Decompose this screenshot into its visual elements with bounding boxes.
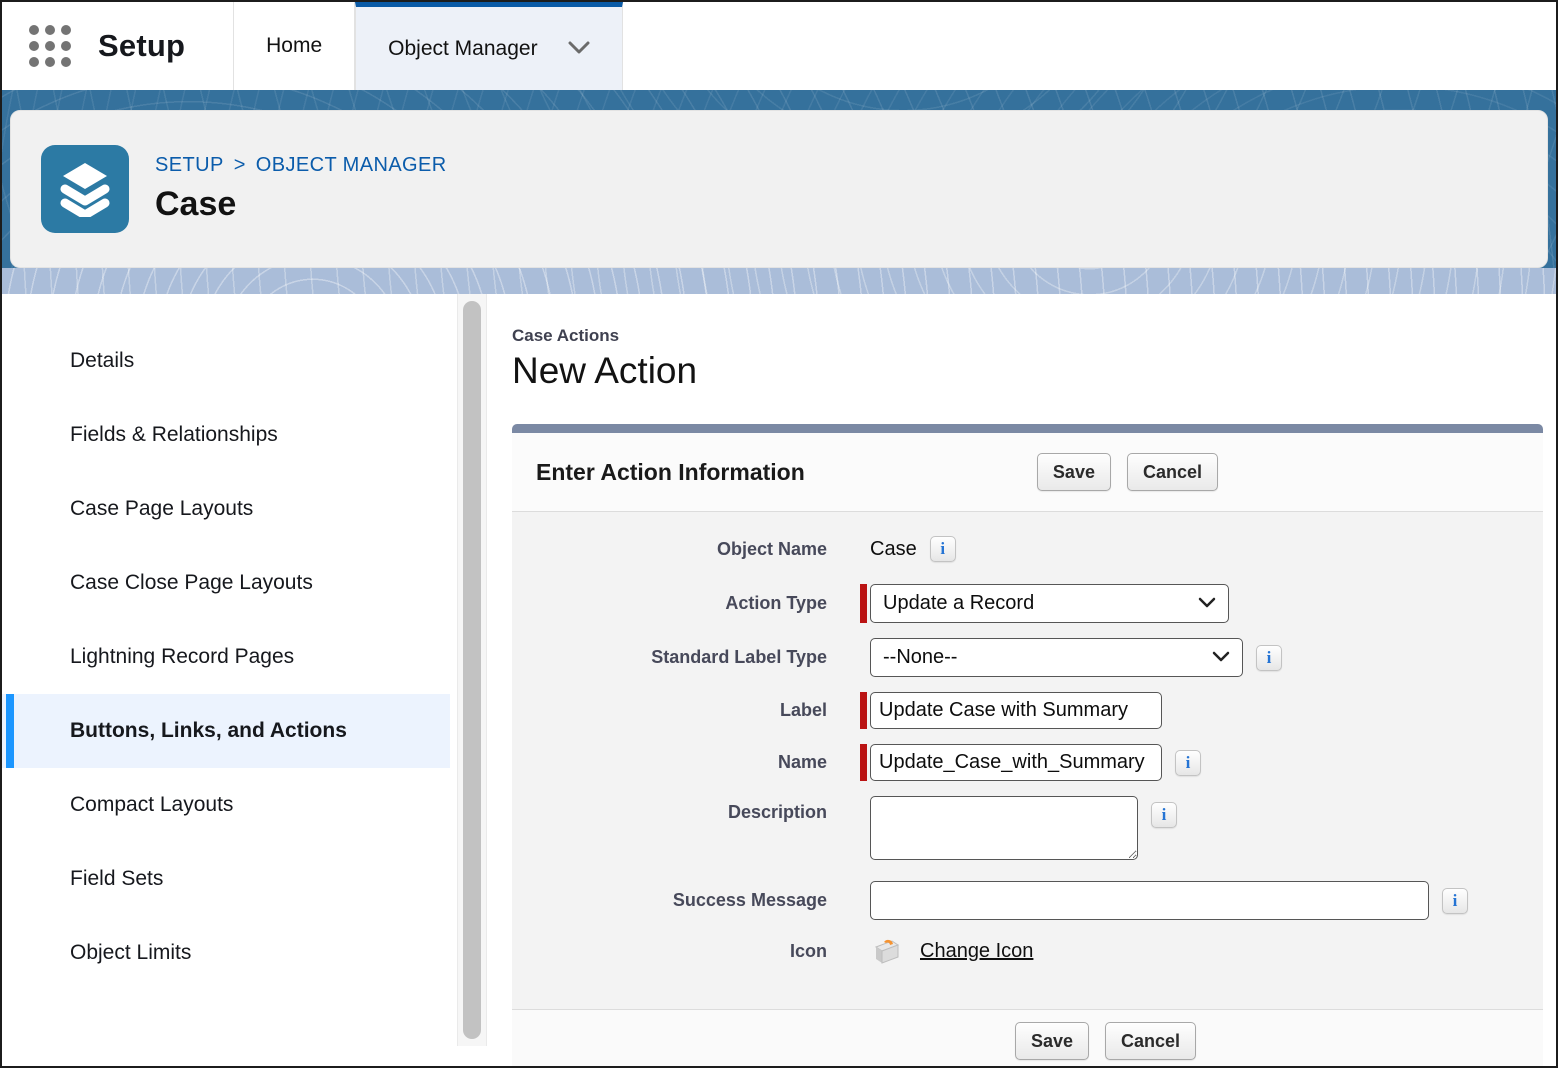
chevron-down-icon <box>568 37 590 61</box>
standard-label-type-info-icon[interactable]: i <box>1256 645 1282 671</box>
standard-label-type-select[interactable]: --None-- <box>870 638 1243 677</box>
object-header-card: SETUP > OBJECT MANAGER Case <box>10 110 1548 268</box>
name-field-label: Name <box>512 752 827 773</box>
global-topbar: Setup Home Object Manager <box>2 2 1556 90</box>
new-action-title: New Action <box>512 350 1543 392</box>
page-title: Case <box>155 185 447 224</box>
description-info-icon[interactable]: i <box>1151 802 1177 828</box>
case-object-icon <box>41 145 129 233</box>
panel-section-title: Enter Action Information <box>536 459 805 486</box>
required-indicator <box>860 744 867 781</box>
app-window: Setup Home Object Manager S <box>0 0 1558 1068</box>
required-indicator <box>860 692 867 729</box>
breadcrumb-object-manager-link[interactable]: OBJECT MANAGER <box>256 154 447 177</box>
label-input[interactable] <box>870 692 1162 729</box>
setup-banner: SETUP > OBJECT MANAGER Case <box>2 90 1556 268</box>
tab-object-manager-label: Object Manager <box>388 37 537 61</box>
icon-field-label: Icon <box>512 941 827 962</box>
tab-home[interactable]: Home <box>233 2 355 90</box>
sidebar-item-case-page-layouts[interactable]: Case Page Layouts <box>2 472 457 546</box>
cancel-button-top[interactable]: Cancel <box>1127 453 1218 491</box>
object-sidebar: Details Fields & Relationships Case Page… <box>2 294 457 1046</box>
required-indicator <box>860 584 867 623</box>
breadcrumb: SETUP > OBJECT MANAGER <box>155 154 447 177</box>
standard-label-type-label: Standard Label Type <box>512 647 827 668</box>
sidebar-item-details[interactable]: Details <box>2 324 457 398</box>
sidebar-item-field-sets[interactable]: Field Sets <box>2 842 457 916</box>
change-icon-link[interactable]: Change Icon <box>920 940 1033 963</box>
panel-accent-bar <box>512 424 1543 433</box>
action-info-panel: Enter Action Information Save Cancel Obj… <box>512 424 1543 1068</box>
description-textarea[interactable] <box>870 796 1138 860</box>
description-label: Description <box>512 796 827 823</box>
nav-tabs: Home Object Manager <box>233 2 622 90</box>
action-type-select[interactable]: Update a Record <box>870 584 1229 623</box>
section-eyebrow: Case Actions <box>512 326 1543 346</box>
action-type-selected-value: Update a Record <box>883 592 1034 615</box>
object-name-info-icon[interactable]: i <box>930 536 956 562</box>
name-info-icon[interactable]: i <box>1175 750 1201 776</box>
tab-object-manager[interactable]: Object Manager <box>355 2 622 90</box>
action-type-label: Action Type <box>512 593 827 614</box>
app-launcher-button[interactable] <box>2 2 98 90</box>
sidebar-item-buttons-links-actions[interactable]: Buttons, Links, and Actions <box>2 694 450 768</box>
standard-label-type-selected-value: --None-- <box>883 646 957 669</box>
sidebar-item-object-limits[interactable]: Object Limits <box>2 916 457 990</box>
object-name-value: Case <box>870 538 917 561</box>
name-input[interactable] <box>870 744 1162 781</box>
success-message-input[interactable] <box>870 881 1429 920</box>
app-title: Setup <box>98 2 233 90</box>
breadcrumb-setup-link[interactable]: SETUP <box>155 154 224 177</box>
sidebar-scrollbar[interactable] <box>457 294 487 1046</box>
action-default-icon <box>870 935 902 967</box>
save-button-top[interactable]: Save <box>1037 453 1111 491</box>
banner-strip <box>2 268 1556 294</box>
waffle-icon <box>29 25 71 67</box>
breadcrumb-separator: > <box>234 154 246 177</box>
success-message-label: Success Message <box>512 890 827 911</box>
success-message-info-icon[interactable]: i <box>1442 888 1468 914</box>
save-button-bottom[interactable]: Save <box>1015 1022 1089 1060</box>
sidebar-item-compact-layouts[interactable]: Compact Layouts <box>2 768 457 842</box>
sidebar-item-lightning-record-pages[interactable]: Lightning Record Pages <box>2 620 457 694</box>
object-name-label: Object Name <box>512 539 827 560</box>
cancel-button-bottom[interactable]: Cancel <box>1105 1022 1196 1060</box>
chevron-down-icon <box>1198 592 1216 615</box>
scrollbar-thumb[interactable] <box>463 301 481 1039</box>
sidebar-item-fields-relationships[interactable]: Fields & Relationships <box>2 398 457 472</box>
main-content: Case Actions New Action Enter Action Inf… <box>487 294 1556 1046</box>
label-field-label: Label <box>512 700 827 721</box>
chevron-down-icon <box>1212 646 1230 669</box>
sidebar-item-case-close-page-layouts[interactable]: Case Close Page Layouts <box>2 546 457 620</box>
